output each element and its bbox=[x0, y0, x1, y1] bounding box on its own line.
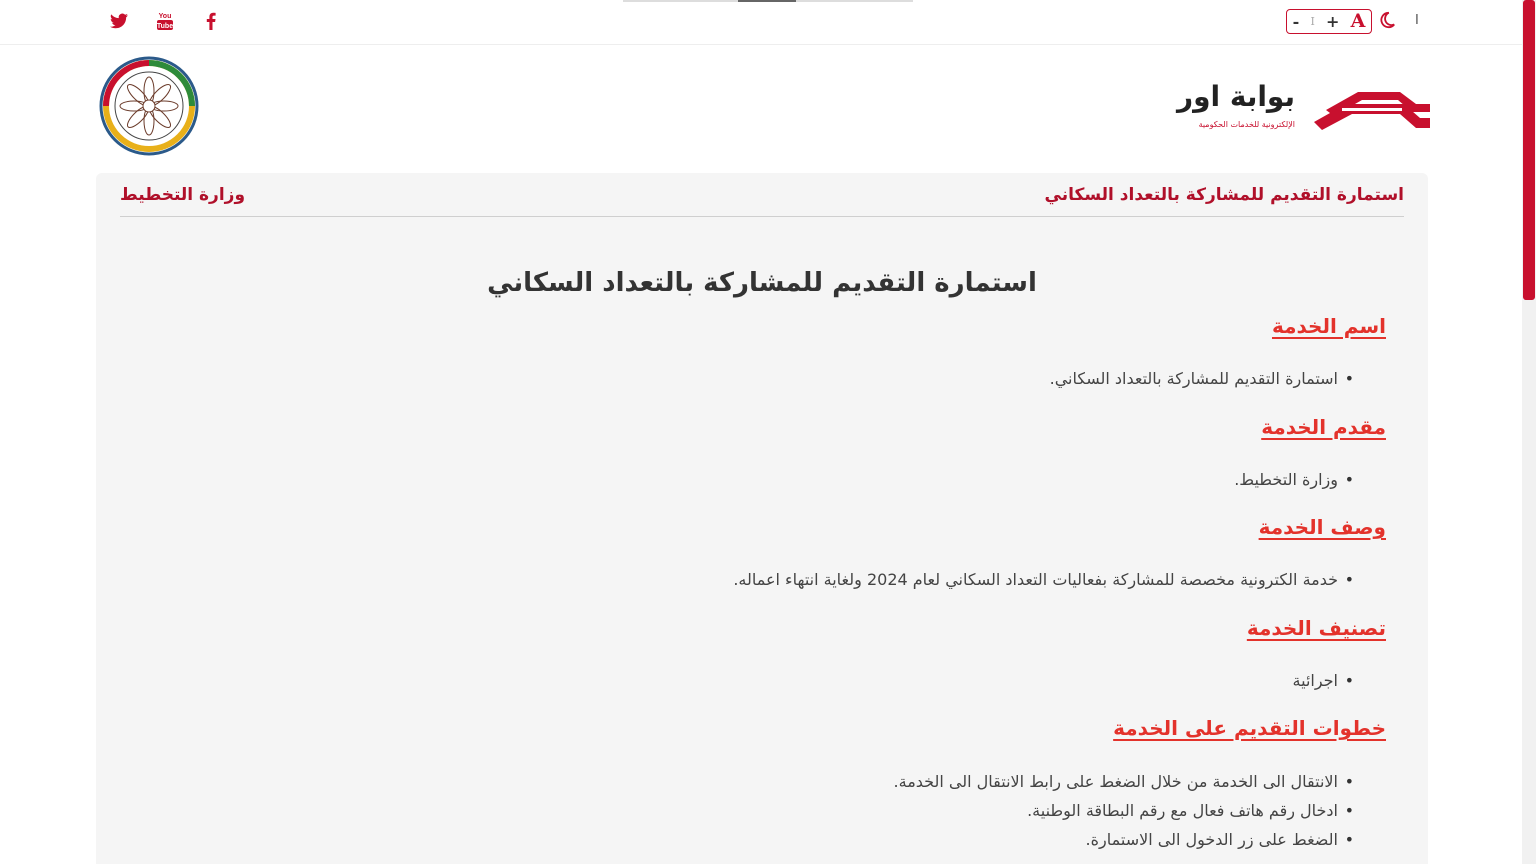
brand-logo[interactable]: بوابة اور الإلكترونية للخدمات الحكومية bbox=[1168, 80, 1430, 136]
brand-subtitle: الإلكترونية للخدمات الحكومية bbox=[1198, 120, 1295, 129]
svg-text:Tube: Tube bbox=[157, 23, 173, 30]
list-item: استمارة التقديم للمشاركة بالتعداد السكان… bbox=[1050, 364, 1355, 393]
card-header: استمارة التقديم للمشاركة بالتعداد السكان… bbox=[120, 173, 1404, 217]
top-bar: You Tube - I + A I bbox=[0, 0, 1522, 45]
page-scrollbar[interactable] bbox=[1522, 0, 1536, 864]
twitter-icon[interactable] bbox=[108, 10, 130, 32]
scrollbar-thumb[interactable] bbox=[1523, 0, 1535, 300]
section-title-provider: مقدم الخدمة bbox=[1261, 415, 1386, 439]
ministry-seal-logo bbox=[99, 56, 200, 156]
decrease-font-button[interactable]: - bbox=[1293, 13, 1300, 30]
moon-icon bbox=[1380, 11, 1395, 29]
provider-list: وزارة التخطيط. bbox=[1234, 465, 1354, 494]
list-item: وزارة التخطيط. bbox=[1234, 465, 1354, 494]
section-title-description: وصف الخدمة bbox=[1258, 515, 1386, 539]
list-item: ادخال رقم هاتف فعال مع رقم البطاقة الوطن… bbox=[894, 796, 1354, 825]
increase-font-button[interactable]: + bbox=[1326, 13, 1339, 30]
dark-mode-toggle[interactable] bbox=[1378, 11, 1398, 31]
list-item: اجرائية bbox=[1293, 666, 1355, 695]
list-item: خدمة الكترونية مخصصة للمشاركة بفعاليات ا… bbox=[733, 565, 1353, 594]
separator: I bbox=[1310, 15, 1315, 28]
social-links: You Tube bbox=[108, 10, 222, 32]
ministry-name[interactable]: وزارة التخطيط bbox=[120, 185, 245, 205]
service-card: استمارة التقديم للمشاركة بالتعداد السكان… bbox=[96, 173, 1428, 864]
section-title-service-name: اسم الخدمة bbox=[1271, 314, 1386, 338]
classification-list: اجرائية bbox=[1293, 666, 1355, 695]
list-item: الانتقال الى الخدمة من خلال الضغط على را… bbox=[894, 767, 1355, 796]
brand-title: بوابة اور bbox=[1176, 80, 1295, 113]
facebook-icon[interactable] bbox=[200, 10, 222, 32]
ur-gate-icon bbox=[1314, 92, 1430, 130]
steps-list: الانتقال الى الخدمة من خلال الضغط على را… bbox=[894, 767, 1355, 854]
font-size-controls: - I + A bbox=[1286, 9, 1372, 34]
section-title-classification: تصنيف الخدمة bbox=[1246, 616, 1386, 640]
font-letter-icon[interactable]: A bbox=[1351, 12, 1366, 31]
svg-text:You: You bbox=[159, 13, 172, 20]
service-name-list: استمارة التقديم للمشاركة بالتعداد السكان… bbox=[1050, 364, 1355, 393]
header-divider: I bbox=[1415, 13, 1419, 28]
tab-indicator bbox=[623, 0, 913, 2]
page-title: استمارة التقديم للمشاركة بالتعداد السكان… bbox=[487, 268, 1037, 298]
section-title-steps: خطوات التقديم على الخدمة bbox=[1113, 716, 1386, 740]
youtube-icon[interactable]: You Tube bbox=[154, 10, 176, 32]
service-heading: استمارة التقديم للمشاركة بالتعداد السكان… bbox=[1044, 185, 1404, 205]
description-list: خدمة الكترونية مخصصة للمشاركة بفعاليات ا… bbox=[733, 565, 1353, 594]
list-item: الضغط على زر الدخول الى الاستمارة. bbox=[894, 825, 1355, 854]
